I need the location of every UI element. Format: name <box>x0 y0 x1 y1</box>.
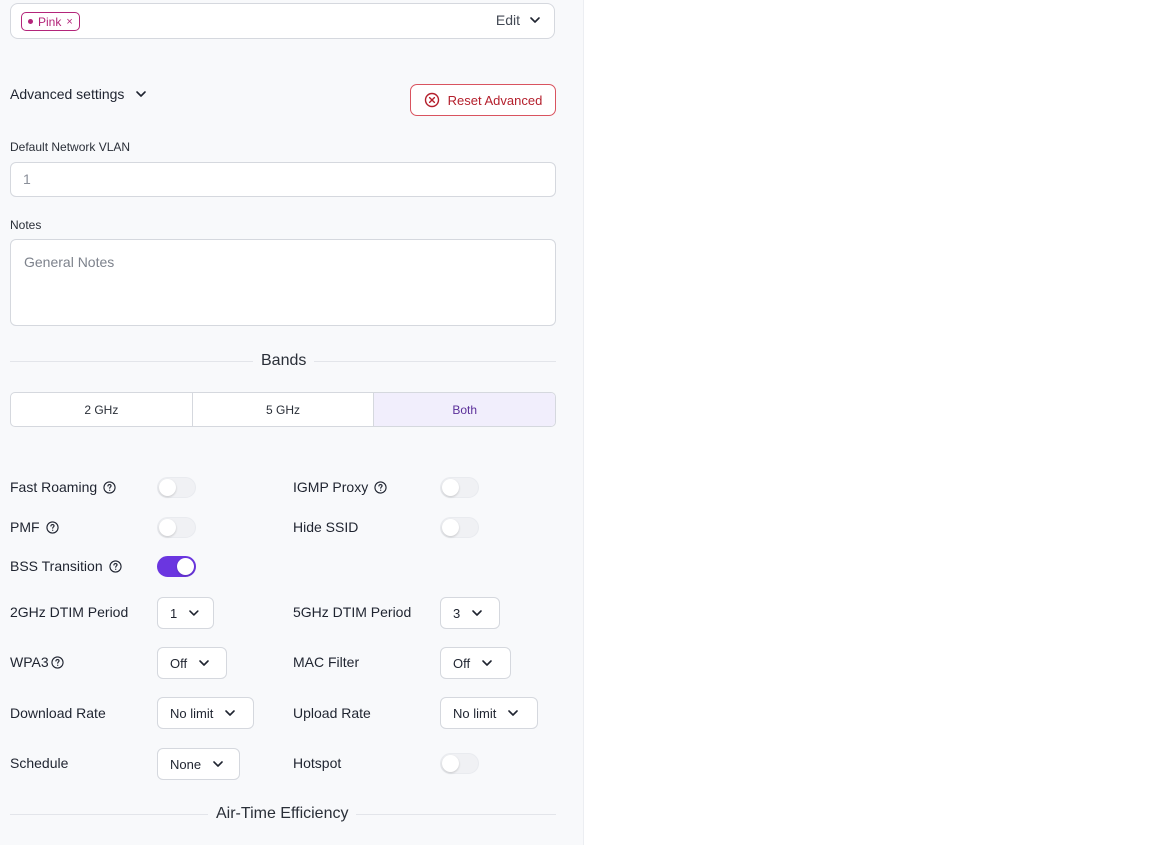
toggle-knob <box>159 519 176 536</box>
toggle-knob <box>442 519 459 536</box>
help-icon[interactable] <box>374 480 387 494</box>
toggle-knob <box>442 755 459 772</box>
chevron-down-icon <box>472 610 483 616</box>
mac-filter-label: MAC Filter <box>293 654 359 670</box>
advanced-settings-label: Advanced settings <box>10 86 125 102</box>
dtim-5ghz-label: 5GHz DTIM Period <box>293 604 411 620</box>
wpa3-label: WPA3 <box>10 654 64 670</box>
dtim-2ghz-value: 1 <box>170 605 178 621</box>
pmf-toggle[interactable] <box>157 517 196 538</box>
toggle-knob <box>177 558 194 575</box>
hide-ssid-toggle[interactable] <box>440 517 479 538</box>
tag-remove-icon[interactable]: × <box>66 16 72 28</box>
help-icon[interactable] <box>103 480 116 494</box>
fast-roaming-toggle[interactable] <box>157 477 196 498</box>
upload-rate-value: No limit <box>453 705 497 721</box>
band-option-5ghz[interactable]: 5 GHz <box>193 393 375 426</box>
dtim-5ghz-select[interactable]: 3 <box>440 597 500 629</box>
chevron-down-icon <box>213 761 223 767</box>
tags-field[interactable]: Pink × Edit <box>10 3 555 39</box>
hotspot-toggle[interactable] <box>440 753 479 774</box>
airtime-title: Air-Time Efficiency <box>208 805 357 823</box>
chevron-down-icon <box>136 91 147 97</box>
vlan-input[interactable]: 1 <box>10 162 556 197</box>
hide-ssid-label: Hide SSID <box>293 519 358 535</box>
tag-color-dot <box>28 19 33 24</box>
hotspot-text: Hotspot <box>293 755 342 771</box>
igmp-proxy-label: IGMP Proxy <box>293 479 387 495</box>
upload-rate-label: Upload Rate <box>293 705 371 721</box>
schedule-select[interactable]: None <box>157 748 240 780</box>
fast-roaming-label: Fast Roaming <box>10 479 116 495</box>
bss-transition-text: BSS Transition <box>10 558 103 574</box>
dtim-2ghz-text: 2GHz DTIM Period <box>10 604 129 620</box>
edit-tags-button[interactable]: Edit <box>496 12 542 28</box>
settings-panel: Pink × Edit Advanced settings Reset Adva… <box>0 0 584 845</box>
tag-chip-pink: Pink × <box>21 12 80 31</box>
notes-label: Notes <box>10 218 42 232</box>
dtim-5ghz-value: 3 <box>453 605 461 621</box>
close-circle-icon <box>424 92 439 108</box>
mac-filter-text: MAC Filter <box>293 654 360 670</box>
upload-rate-select[interactable]: No limit <box>440 697 538 729</box>
pmf-label: PMF <box>10 519 59 535</box>
help-icon[interactable] <box>45 520 59 534</box>
download-rate-select[interactable]: No limit <box>157 697 254 729</box>
schedule-text: Schedule <box>10 755 69 771</box>
hotspot-label: Hotspot <box>293 755 341 771</box>
pmf-text: PMF <box>10 519 40 535</box>
wpa3-select[interactable]: Off <box>157 647 227 679</box>
advanced-settings-toggle[interactable]: Advanced settings <box>10 86 148 102</box>
chevron-down-icon <box>482 660 492 666</box>
wpa3-value: Off <box>170 655 188 671</box>
tag-chip-label: Pink <box>38 14 62 29</box>
chevron-down-icon <box>225 710 236 716</box>
band-option-both[interactable]: Both <box>374 393 555 426</box>
chevron-down-icon <box>199 660 209 666</box>
toggle-knob <box>442 479 459 496</box>
mac-filter-select[interactable]: Off <box>440 647 511 679</box>
chevron-down-icon <box>530 17 540 23</box>
bss-transition-label: BSS Transition <box>10 558 122 574</box>
dtim-2ghz-label: 2GHz DTIM Period <box>10 604 128 620</box>
toggle-knob <box>159 479 176 496</box>
igmp-proxy-text: IGMP Proxy <box>293 479 369 495</box>
help-icon[interactable] <box>51 655 64 669</box>
mac-filter-value: Off <box>453 655 471 671</box>
chevron-down-icon <box>508 710 519 716</box>
help-icon[interactable] <box>108 559 122 573</box>
igmp-proxy-toggle[interactable] <box>440 477 479 498</box>
reset-advanced-label: Reset Advanced <box>447 92 543 108</box>
bands-selector[interactable]: 2 GHz 5 GHz Both <box>10 392 556 427</box>
fast-roaming-text: Fast Roaming <box>10 479 98 495</box>
dtim-5ghz-text: 5GHz DTIM Period <box>293 604 412 620</box>
wpa3-text: WPA3 <box>10 654 49 670</box>
vlan-label: Default Network VLAN <box>10 140 131 154</box>
upload-rate-text: Upload Rate <box>293 705 371 721</box>
bss-transition-toggle[interactable] <box>157 556 196 577</box>
edit-tags-label: Edit <box>495 12 520 28</box>
dtim-2ghz-select[interactable]: 1 <box>157 597 214 629</box>
download-rate-label: Download Rate <box>10 705 106 721</box>
reset-advanced-button[interactable]: Reset Advanced <box>410 84 556 116</box>
download-rate-text: Download Rate <box>10 705 106 721</box>
schedule-value: None <box>170 756 202 772</box>
notes-textarea[interactable]: General Notes <box>10 239 556 326</box>
schedule-label: Schedule <box>10 755 68 771</box>
download-rate-value: No limit <box>170 705 214 721</box>
hide-ssid-text: Hide SSID <box>293 519 359 535</box>
band-option-2ghz[interactable]: 2 GHz <box>11 393 193 426</box>
chevron-down-icon <box>189 610 199 616</box>
bands-title: Bands <box>253 352 315 370</box>
